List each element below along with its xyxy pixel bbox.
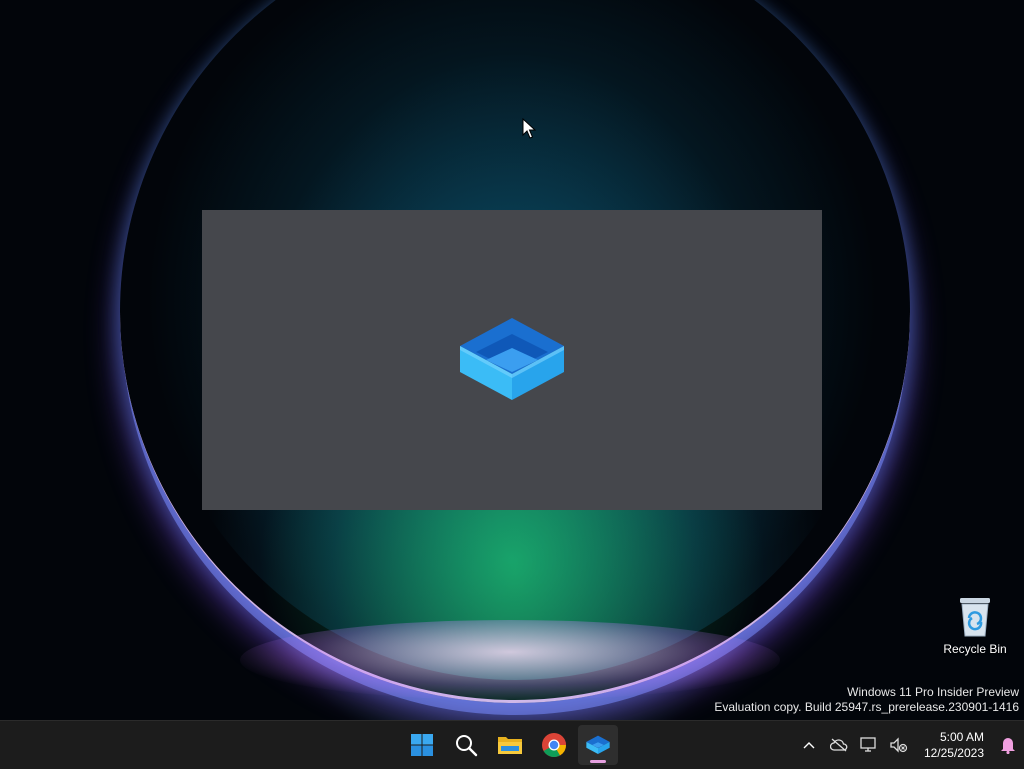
- wallpaper-glow: [240, 620, 780, 700]
- desktop-icon-label: Recycle Bin: [943, 642, 1007, 656]
- recycle-bin-icon: [960, 598, 990, 637]
- search-button[interactable]: [446, 725, 486, 765]
- show-hidden-icons-button[interactable]: [794, 721, 824, 769]
- clock-time: 5:00 AM: [939, 730, 984, 744]
- chrome-button[interactable]: [534, 725, 574, 765]
- volume-button[interactable]: [884, 721, 914, 769]
- folder-icon: [498, 737, 522, 754]
- taskbar-clock[interactable]: 5:00 AM 12/25/2023: [914, 729, 992, 761]
- chrome-icon: [542, 733, 566, 758]
- app-splash-window[interactable]: [202, 210, 822, 510]
- watermark-line-1: Windows 11 Pro Insider Preview: [847, 685, 1019, 699]
- network-icon: [860, 737, 876, 752]
- volume-muted-icon: [890, 737, 908, 753]
- watermark-line-2: Evaluation copy. Build 25947.rs_prerelea…: [714, 700, 1019, 714]
- cloud-offline-icon: [829, 738, 848, 752]
- running-app-button[interactable]: [578, 725, 618, 765]
- taskbar: 5:00 AM 12/25/2023: [0, 720, 1024, 769]
- desktop-icon-recycle-bin[interactable]: Recycle Bin: [938, 594, 1012, 656]
- app-box-logo-icon: [586, 735, 610, 754]
- notifications-button[interactable]: [992, 721, 1024, 769]
- chevron-up-icon: [803, 742, 815, 749]
- mouse-cursor-icon: [522, 118, 536, 139]
- windows-logo-icon: [411, 734, 433, 756]
- notification-bell-icon: [1001, 738, 1015, 754]
- taskbar-pinned-apps: [402, 725, 618, 765]
- network-button[interactable]: [854, 721, 884, 769]
- file-explorer-button[interactable]: [490, 725, 530, 765]
- evaluation-watermark: Windows 11 Pro Insider Preview Evaluatio…: [714, 685, 1019, 715]
- system-tray: 5:00 AM 12/25/2023: [794, 721, 1024, 769]
- search-icon: [456, 735, 478, 757]
- clock-date: 12/25/2023: [923, 746, 984, 760]
- onedrive-status-button[interactable]: [824, 721, 854, 769]
- app-box-logo-icon: [460, 318, 564, 400]
- start-button[interactable]: [402, 725, 442, 765]
